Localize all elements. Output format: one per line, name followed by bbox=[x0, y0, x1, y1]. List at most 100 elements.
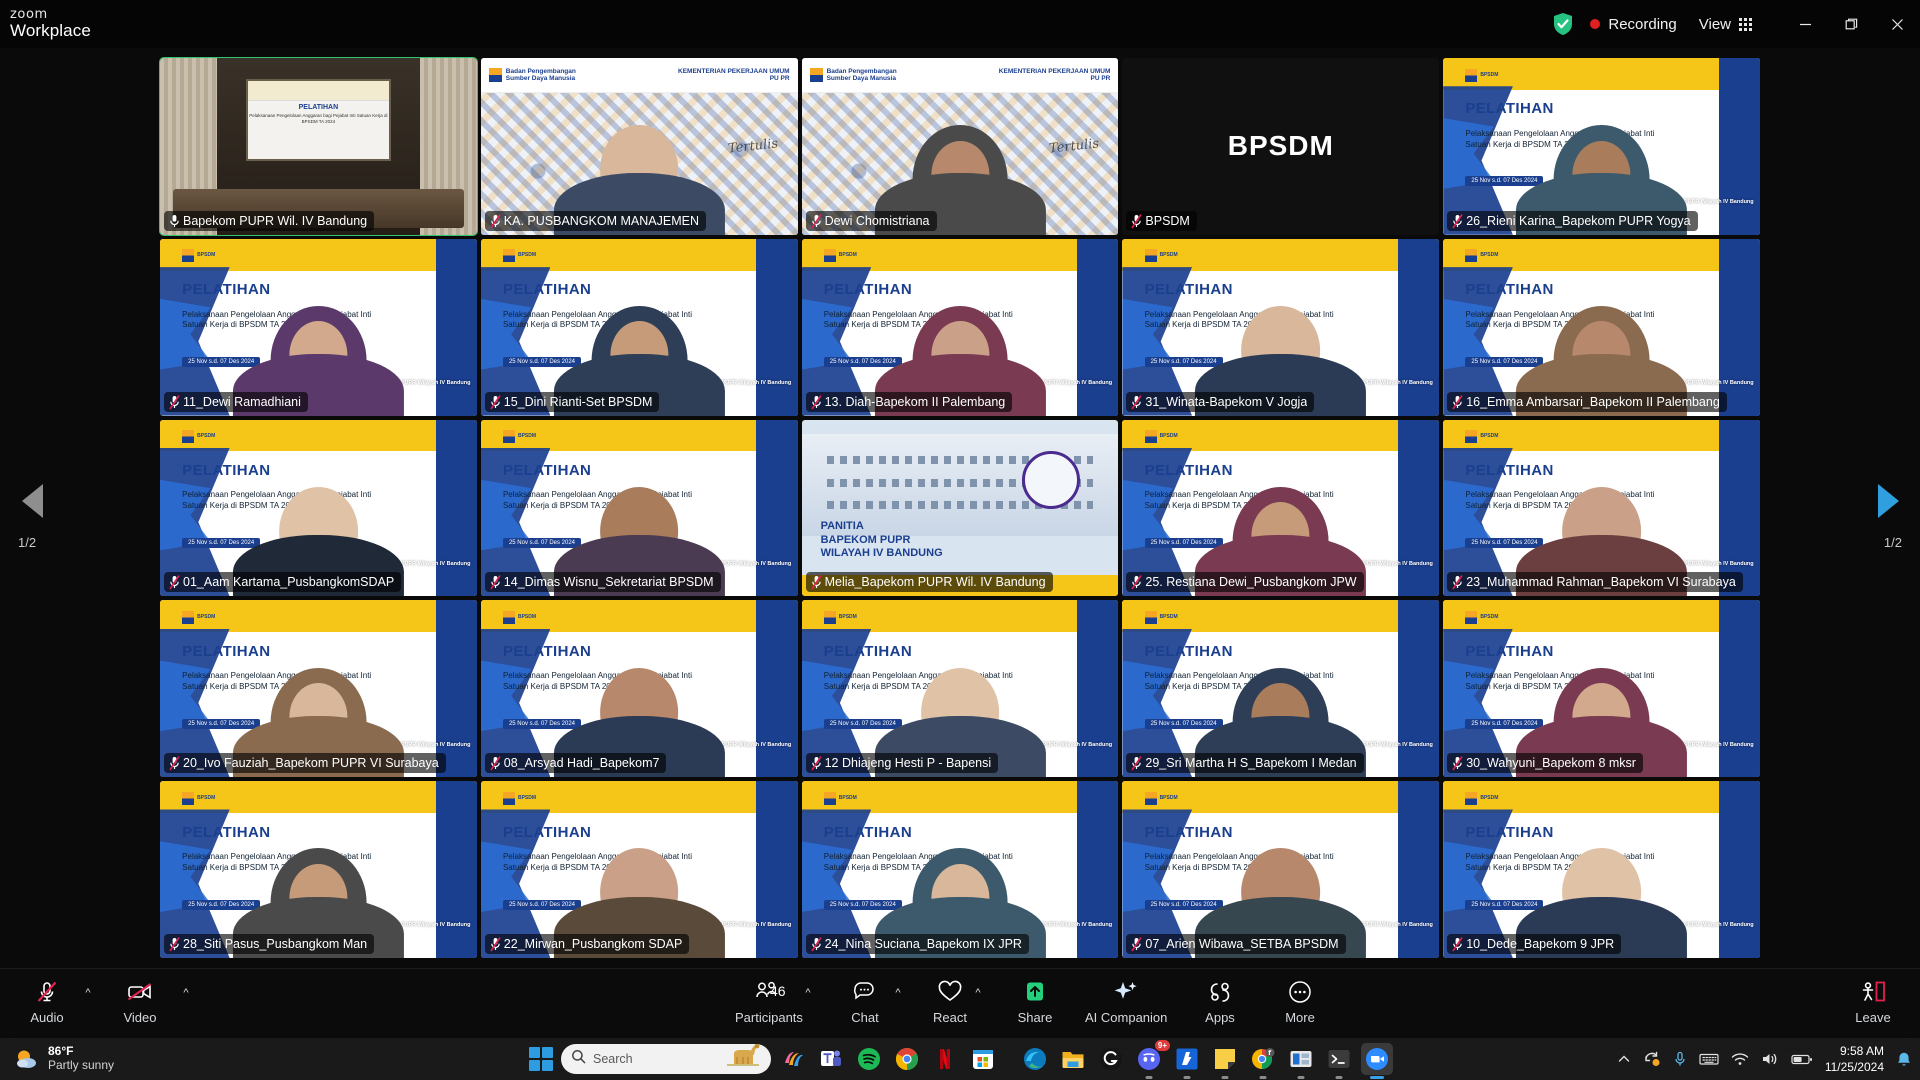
previous-page-button[interactable] bbox=[12, 478, 52, 524]
minimize-button[interactable] bbox=[1782, 0, 1828, 48]
microphone-muted-icon bbox=[490, 213, 501, 229]
close-button[interactable] bbox=[1874, 0, 1920, 48]
taskbar-app-zoom-icon[interactable] bbox=[1361, 1043, 1393, 1079]
taskbar-app-logitech-g-hub-icon[interactable] bbox=[1095, 1043, 1127, 1075]
audio-options-caret[interactable]: ^ bbox=[80, 987, 96, 999]
microphone-icon[interactable] bbox=[1673, 1051, 1687, 1067]
video-options-caret[interactable]: ^ bbox=[178, 987, 194, 999]
participants-button[interactable]: Participants bbox=[735, 977, 803, 1033]
recording-indicator[interactable]: Recording bbox=[1590, 16, 1677, 33]
taskbar-app-copilot-icon[interactable] bbox=[777, 1043, 809, 1075]
taskbar-app-media-player-icon[interactable] bbox=[1285, 1043, 1317, 1079]
onedrive-sync-icon[interactable] bbox=[1643, 1051, 1661, 1067]
participant-tile[interactable]: BPSDM PELATIHAN Pelaksanaan Pengelolaan An… bbox=[480, 238, 798, 416]
video-button[interactable]: Video bbox=[115, 977, 165, 1033]
participant-tile[interactable]: BPSDM PELATIHAN Pelaksanaan Pengelolaan An… bbox=[160, 419, 477, 597]
microphone-muted-icon bbox=[810, 937, 822, 952]
participant-tile[interactable]: BPSDM PELATIHAN Pelaksanaan Pengelolaan An… bbox=[801, 781, 1119, 958]
ai-companion-button[interactable]: AI Companion bbox=[1085, 977, 1167, 1033]
participant-name-text: 11_Dewi Ramadhiani bbox=[183, 394, 301, 409]
participant-tile[interactable]: BPSDM PELATIHAN Pelaksanaan Pengelolaan An… bbox=[1122, 600, 1440, 778]
participant-tile[interactable]: BPSDM PELATIHAN Pelaksanaan Pengelolaan An… bbox=[1122, 238, 1440, 416]
search-icon bbox=[571, 1049, 586, 1069]
wifi-icon[interactable] bbox=[1731, 1052, 1749, 1066]
participant-tile[interactable]: BPSDM PELATIHAN Pelaksanaan Pengelolaan An… bbox=[160, 781, 477, 958]
apps-button[interactable]: Apps bbox=[1195, 977, 1245, 1033]
taskbar-app-discord-icon[interactable]: 9+ bbox=[1133, 1040, 1170, 1079]
slide-logo-text: BPSDM bbox=[1159, 613, 1178, 620]
slide-title: PELATIHAN bbox=[823, 642, 913, 660]
participant-tile[interactable]: BPSDM PELATIHAN Pelaksanaan Pengelolaan An… bbox=[1443, 600, 1760, 778]
taskbar-app-microsoft-teams-icon[interactable] bbox=[815, 1043, 847, 1075]
participant-tile[interactable]: BPSDM PELATIHAN Pelaksanaan Pengelolaan An… bbox=[801, 238, 1119, 416]
slide-title: PELATIHAN bbox=[1144, 642, 1233, 660]
shield-check-icon[interactable] bbox=[1552, 12, 1574, 36]
participant-tile[interactable]: BPSDM PELATIHAN Pelaksanaan Pengelolaan An… bbox=[1122, 781, 1440, 958]
participant-tile[interactable]: BPSDM PELATIHAN Pelaksanaan Pengelolaan An… bbox=[1443, 781, 1760, 958]
weather-widget[interactable]: 86°F Partly sunny bbox=[14, 1044, 114, 1073]
audio-button[interactable]: Audio bbox=[22, 977, 72, 1033]
participant-name-label: 08_Arsyad Hadi_Bapekom7 bbox=[484, 753, 667, 774]
zoom-title-bar: zoom Workplace Recording View bbox=[0, 0, 1920, 48]
taskbar-app-microsoft-store-icon[interactable] bbox=[967, 1043, 999, 1075]
taskbar-app-baidu-icon[interactable] bbox=[1171, 1043, 1203, 1079]
microphone-muted-icon bbox=[1452, 575, 1463, 590]
leave-button[interactable]: Leave bbox=[1848, 977, 1898, 1033]
participant-tile[interactable]: PELATIHAN Pelaksanaan Pengelolaan Anggara… bbox=[159, 57, 478, 236]
participant-tile[interactable]: Badan Pengembangan Sumber Daya Manusia KEM… bbox=[801, 58, 1119, 235]
search-placeholder: Search bbox=[593, 1052, 633, 1066]
slide-title: PELATIHAN bbox=[182, 462, 271, 480]
participant-tile[interactable]: BPSDM PELATIHAN Pelaksanaan Pengelolaan An… bbox=[480, 781, 798, 958]
taskbar-app-netflix-icon[interactable] bbox=[929, 1043, 961, 1075]
participant-tile[interactable]: BPSDM PELATIHAN Pelaksanaan Pengelolaan An… bbox=[1443, 238, 1760, 416]
participant-tile[interactable]: PANITIA BAPEKOM PUPR WILAYAH IV BANDUNG Mel… bbox=[801, 419, 1119, 597]
microphone-muted-icon bbox=[1452, 213, 1463, 229]
participant-name-text: Dewi Chomistriana bbox=[824, 213, 930, 228]
participant-name-label: 12 Dhiajeng Hesti P - Bapensi bbox=[805, 753, 999, 774]
participant-name-text: 15_Dini Rianti-Set BPSDM bbox=[503, 394, 653, 409]
react-options-caret[interactable]: ^ bbox=[970, 987, 986, 999]
microphone-muted-icon bbox=[1131, 213, 1143, 229]
participant-tile[interactable]: BPSDM PELATIHAN Pelaksanaan Pengelolaan An… bbox=[480, 600, 798, 778]
taskbar-app-chrome-profile-icon[interactable] bbox=[1247, 1043, 1279, 1079]
participant-tile[interactable]: BPSDM BPSDM bbox=[1122, 58, 1440, 235]
chevron-up-icon[interactable] bbox=[1617, 1052, 1631, 1066]
share-button[interactable]: Share bbox=[1010, 977, 1060, 1033]
running-indicator bbox=[1259, 1076, 1267, 1079]
participant-tile[interactable]: BPSDM PELATIHAN Pelaksanaan Pengelolaan An… bbox=[160, 238, 477, 416]
chat-options-caret[interactable]: ^ bbox=[890, 987, 906, 999]
bell-icon[interactable] bbox=[1896, 1051, 1912, 1068]
participant-tile[interactable]: Badan Pengembangan Sumber Daya Manusia KEM… bbox=[480, 58, 798, 235]
maximize-restore-button[interactable] bbox=[1828, 0, 1874, 48]
speaker-icon[interactable] bbox=[1761, 1052, 1779, 1066]
next-page-button[interactable] bbox=[1868, 478, 1908, 524]
taskbar-app-microsoft-edge-icon[interactable] bbox=[1019, 1043, 1051, 1075]
battery-icon[interactable] bbox=[1791, 1053, 1813, 1066]
more-button[interactable]: More bbox=[1275, 977, 1325, 1033]
slide-title: PELATIHAN bbox=[1465, 281, 1554, 299]
search-input[interactable]: Search bbox=[561, 1044, 771, 1074]
participant-tile[interactable]: BPSDM PELATIHAN Pelaksanaan Pengelolaan An… bbox=[480, 419, 798, 597]
slide-logo-text: BPSDM bbox=[1159, 794, 1178, 801]
taskbar-app-sticky-notes-icon[interactable] bbox=[1209, 1043, 1241, 1079]
participant-tile[interactable]: BPSDM PELATIHAN Pelaksanaan Pengelolaan An… bbox=[1443, 58, 1760, 235]
slide-logo-text: BPSDM bbox=[838, 794, 857, 801]
participants-options-caret[interactable]: ^ bbox=[800, 987, 816, 999]
clock[interactable]: 9:58 AM 11/25/2024 bbox=[1825, 1043, 1884, 1075]
participant-tile[interactable]: BPSDM PELATIHAN Pelaksanaan Pengelolaan An… bbox=[1443, 419, 1760, 597]
taskbar-app-spotify-icon[interactable] bbox=[853, 1043, 885, 1075]
view-button[interactable]: View bbox=[1699, 16, 1752, 33]
windows-start-icon[interactable] bbox=[527, 1045, 555, 1073]
taskbar-app-file-explorer-icon[interactable] bbox=[1057, 1043, 1089, 1075]
participant-tile[interactable]: BPSDM PELATIHAN Pelaksanaan Pengelolaan An… bbox=[160, 600, 477, 778]
react-button[interactable]: React bbox=[925, 977, 975, 1033]
microphone-muted-icon bbox=[169, 756, 180, 771]
chat-button[interactable]: Chat bbox=[840, 977, 890, 1033]
taskbar-app-google-chrome-icon[interactable] bbox=[891, 1043, 923, 1075]
taskbar-app-terminal-icon[interactable] bbox=[1323, 1043, 1355, 1079]
microphone-muted-icon bbox=[490, 756, 501, 771]
keyboard-icon[interactable] bbox=[1699, 1052, 1719, 1066]
microphone-muted-icon bbox=[490, 937, 501, 952]
participant-tile[interactable]: BPSDM PELATIHAN Pelaksanaan Pengelolaan An… bbox=[1122, 419, 1440, 597]
participant-tile[interactable]: BPSDM PELATIHAN Pelaksanaan Pengelolaan An… bbox=[801, 600, 1119, 778]
